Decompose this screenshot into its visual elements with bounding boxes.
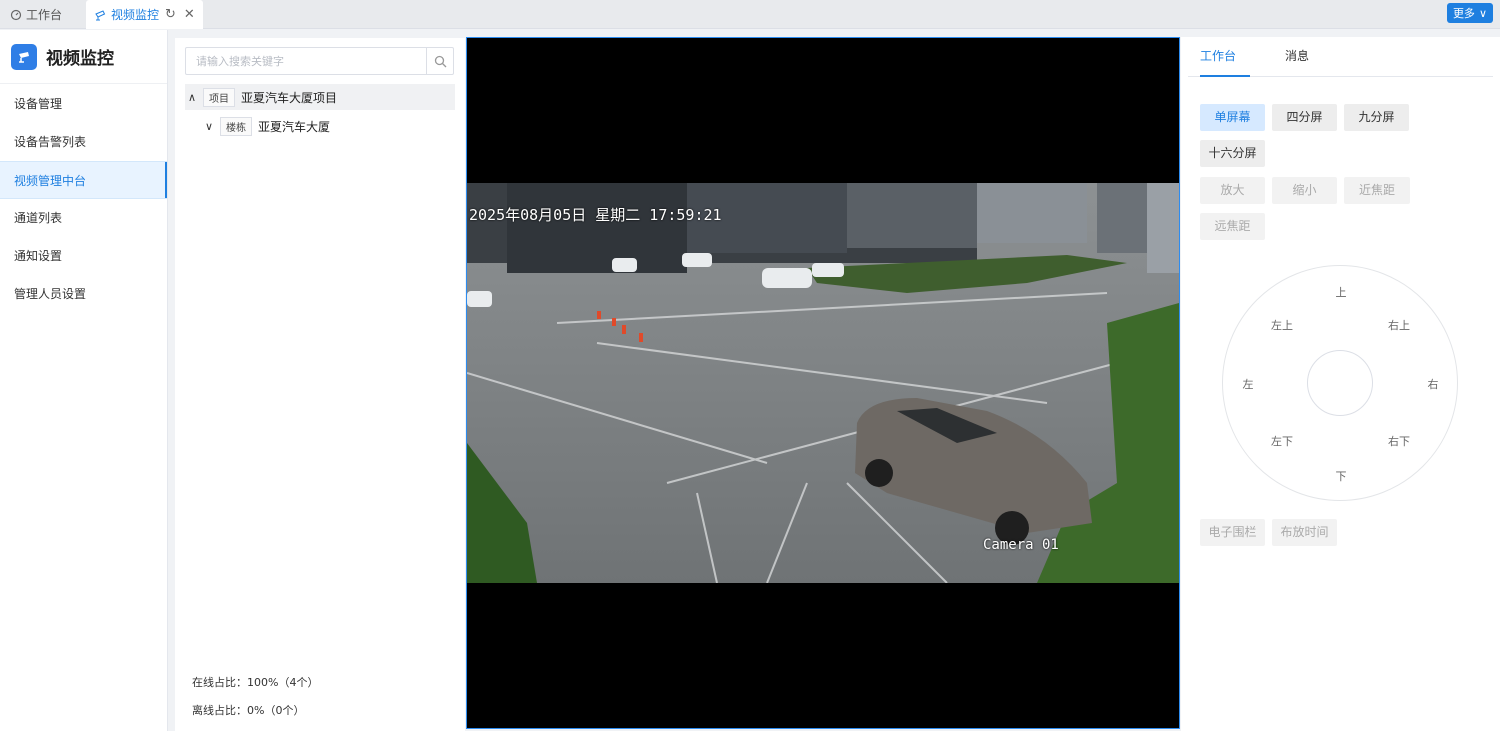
brand-title: 视频监控 xyxy=(46,49,114,69)
sidebar-item-admin-settings[interactable]: 管理人员设置 xyxy=(0,275,167,313)
ptz-left-button[interactable]: 左 xyxy=(1243,376,1254,392)
more-button[interactable]: 更多 ∨ xyxy=(1446,3,1493,23)
tree-node-building[interactable]: ∨ 楼栋 亚夏汽车大厦 xyxy=(202,113,330,139)
node-label: 亚夏汽车大厦项目 xyxy=(241,90,338,105)
offline-ratio: 离线占比：0%（0个） xyxy=(192,704,305,717)
tab-video-monitor[interactable]: 视频监控 ↻ ✕ xyxy=(86,0,203,29)
single-screen-button[interactable]: 单屏幕 xyxy=(1200,104,1265,131)
device-tree-panel: ∧ 项目 亚夏汽车大厦项目 ∨ 楼栋 亚夏汽车大厦 在线占比：100%（4个） … xyxy=(175,38,465,731)
ptz-down-right-button[interactable]: 右下 xyxy=(1388,433,1410,449)
brand: 视频监控 xyxy=(0,30,167,84)
nine-screen-button[interactable]: 九分屏 xyxy=(1344,104,1409,131)
chevron-up-icon[interactable]: ∧ xyxy=(185,91,199,104)
quad-screen-button[interactable]: 四分屏 xyxy=(1272,104,1337,131)
tab-label: 视频监控 xyxy=(111,8,160,22)
camera-feed-image: 2025年08月05日 星期二 17:59:21 Camera 01 xyxy=(467,183,1179,583)
search-icon xyxy=(434,55,446,67)
ptz-up-button[interactable]: 上 xyxy=(1336,284,1347,300)
control-tabs: 工作台 消息 xyxy=(1188,37,1493,77)
deploy-time-button[interactable]: 布放时间 xyxy=(1272,519,1337,546)
video-timestamp: 2025年08月05日 星期二 17:59:21 xyxy=(469,206,722,224)
tab-label: 工作台 xyxy=(26,8,63,22)
sidebar-item-video-center[interactable]: 视频管理中台 xyxy=(0,161,167,199)
focus-near-button[interactable]: 近焦距 xyxy=(1344,177,1410,204)
tab-bar: 工作台 视频监控 ↻ ✕ 更多 ∨ xyxy=(0,0,1500,29)
node-type-tag: 项目 xyxy=(203,87,235,107)
ptz-right-button[interactable]: 右 xyxy=(1428,376,1439,392)
electronic-fence-button[interactable]: 电子围栏 xyxy=(1200,519,1265,546)
node-type-tag: 楼栋 xyxy=(220,116,252,136)
sidebar-item-device-alarm-list[interactable]: 设备告警列表 xyxy=(0,123,167,161)
search-button[interactable] xyxy=(426,48,453,74)
tree-node-project[interactable]: ∧ 项目 亚夏汽车大厦项目 xyxy=(185,84,455,110)
tab-workbench[interactable]: 工作台 xyxy=(10,0,62,29)
dashboard-icon xyxy=(10,9,22,20)
ptz-center-button[interactable] xyxy=(1307,350,1373,416)
video-player[interactable]: 2025年08月05日 星期二 17:59:21 Camera 01 xyxy=(466,37,1180,729)
zoom-in-button[interactable]: 放大 xyxy=(1200,177,1265,204)
sixteen-screen-button[interactable]: 十六分屏 xyxy=(1200,140,1265,167)
ptz-down-left-button[interactable]: 左下 xyxy=(1271,433,1293,449)
focus-far-button[interactable]: 远焦距 xyxy=(1200,213,1265,240)
ptz-up-left-button[interactable]: 左上 xyxy=(1271,317,1293,333)
camera-icon xyxy=(95,9,106,20)
video-logo-icon xyxy=(11,43,37,70)
ptz-control-wheel[interactable]: 上 左上 右上 左 右 左下 右下 下 xyxy=(1222,265,1458,501)
more-label: 更多 xyxy=(1452,7,1475,20)
node-label: 亚夏汽车大厦 xyxy=(258,119,331,134)
chevron-down-icon: ∨ xyxy=(1478,6,1487,20)
online-ratio: 在线占比：100%（4个） xyxy=(192,676,319,689)
close-icon[interactable]: ✕ xyxy=(184,7,195,22)
refresh-icon[interactable]: ↻ xyxy=(165,7,176,22)
sidebar-item-device-management[interactable]: 设备管理 xyxy=(0,85,167,123)
camera-name-overlay: Camera 01 xyxy=(983,537,1059,553)
sidebar: 视频监控 设备管理 设备告警列表 视频管理中台 通道列表 通知设置 管理人员设置 xyxy=(0,30,168,731)
search-input[interactable] xyxy=(186,48,426,74)
parking-lot-scene xyxy=(467,183,1179,583)
tab-workbench-panel[interactable]: 工作台 xyxy=(1200,37,1250,77)
sidebar-item-notification-settings[interactable]: 通知设置 xyxy=(0,237,167,275)
tab-messages[interactable]: 消息 xyxy=(1285,37,1309,77)
ptz-up-right-button[interactable]: 右上 xyxy=(1388,317,1410,333)
zoom-out-button[interactable]: 缩小 xyxy=(1272,177,1337,204)
ptz-down-button[interactable]: 下 xyxy=(1336,468,1347,484)
control-panel: 工作台 消息 单屏幕 四分屏 九分屏 十六分屏 放大 缩小 近焦距 远焦距 上 … xyxy=(1181,37,1500,731)
search-box xyxy=(185,47,454,75)
sidebar-item-channel-list[interactable]: 通道列表 xyxy=(0,199,167,237)
chevron-down-icon[interactable]: ∨ xyxy=(202,120,216,133)
